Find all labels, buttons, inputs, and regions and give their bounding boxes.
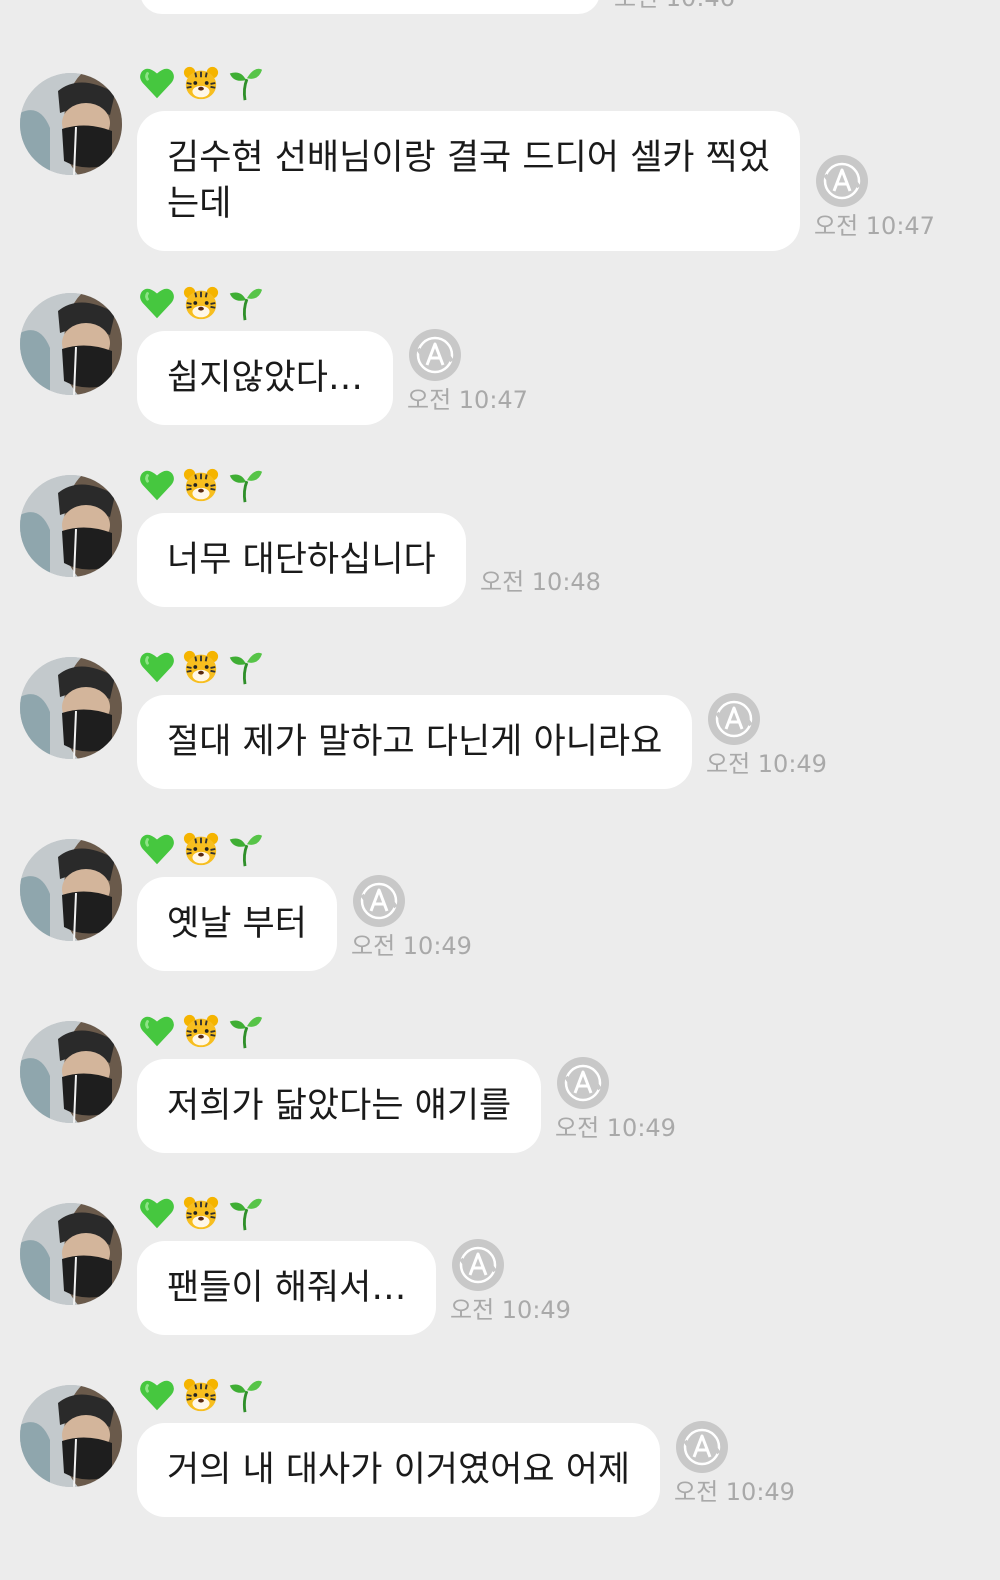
- tiger-face-icon: [183, 1014, 219, 1048]
- sender-name: [138, 1009, 264, 1053]
- message-bubble[interactable]: 쉽지않았다…: [137, 331, 394, 425]
- seedling-icon: [229, 1198, 263, 1231]
- message-row: 절대 제가 말하고 다닌게 아니라요 오전 10:49: [0, 647, 1000, 827]
- seedling-icon: [229, 834, 263, 867]
- green-heart-icon: [140, 1380, 174, 1411]
- message-row: 저희가 닮았다는 얘기를 오전 10:49: [0, 1011, 1000, 1191]
- tiger-face-icon: [183, 66, 219, 100]
- message-time: 오전 10:49: [674, 1478, 795, 1506]
- message-row: 거의 내 대사가 이거였어요 어제 오전 10:49: [0, 1375, 1000, 1555]
- message-time: 오전 10:48: [480, 568, 601, 596]
- message-time: 오전 10:49: [351, 932, 472, 960]
- avatar[interactable]: [20, 839, 122, 941]
- message-time: 오전 10:47: [814, 212, 935, 240]
- translate-icon[interactable]: [450, 1237, 506, 1293]
- message-time: 오전 10:49: [555, 1114, 676, 1142]
- message-time: 오전 10:49: [450, 1296, 571, 1324]
- green-heart-icon: [140, 1016, 174, 1047]
- message-row: 팬들이 해줘서… 오전 10:49: [0, 1193, 1000, 1373]
- translate-icon[interactable]: [674, 1419, 730, 1475]
- avatar[interactable]: [20, 1021, 122, 1123]
- message-bubble[interactable]: 옛날 부터: [137, 877, 337, 971]
- message-row: 쉽지않았다… 오전 10:47: [0, 283, 1000, 463]
- sender-name: [138, 1191, 264, 1235]
- seedling-icon: [229, 652, 263, 685]
- avatar[interactable]: [20, 73, 122, 175]
- message-meta: 오전 10:49: [555, 1055, 676, 1143]
- sender-name: [138, 645, 264, 689]
- message-bubble[interactable]: 팬들이 해줘서…: [137, 1241, 437, 1335]
- message-bubble[interactable]: 너무 대단하십니다: [137, 513, 466, 607]
- seedling-icon: [229, 470, 263, 503]
- tiger-face-icon: [183, 1378, 219, 1412]
- sender-name: [138, 1373, 264, 1417]
- sender-name: [138, 827, 264, 871]
- message-meta: 오전 10:47: [407, 327, 528, 415]
- avatar[interactable]: [20, 475, 122, 577]
- message-meta: 오전 10:47: [814, 153, 935, 241]
- message-meta: 오전 10:49: [351, 873, 472, 961]
- chat-view[interactable]: 오전 10:46: [0, 0, 1000, 1580]
- seedling-icon: [229, 288, 263, 321]
- message-meta: 오전 10:49: [450, 1237, 571, 1325]
- message-meta: 오전 10:48: [480, 509, 601, 597]
- sender-name: [138, 61, 264, 105]
- green-heart-icon: [140, 834, 174, 865]
- tiger-face-icon: [183, 468, 219, 502]
- avatar[interactable]: [20, 293, 122, 395]
- avatar[interactable]: [20, 1203, 122, 1305]
- green-heart-icon: [140, 652, 174, 683]
- avatar[interactable]: [20, 1385, 122, 1487]
- message-bubble[interactable]: 저희가 닮았다는 얘기를: [137, 1059, 542, 1153]
- previous-message-bubble[interactable]: [140, 0, 600, 14]
- message-meta: 오전 10:49: [706, 691, 827, 779]
- seedling-icon: [229, 68, 263, 101]
- avatar[interactable]: [20, 657, 122, 759]
- translate-icon[interactable]: [555, 1055, 611, 1111]
- previous-message-time: 오전 10:46: [614, 0, 735, 10]
- tiger-face-icon: [183, 1196, 219, 1230]
- green-heart-icon: [140, 68, 174, 99]
- tiger-face-icon: [183, 650, 219, 684]
- message-bubble[interactable]: 절대 제가 말하고 다닌게 아니라요: [137, 695, 693, 789]
- message-row: 너무 대단하십니다 오전 10:48: [0, 465, 1000, 645]
- message-row: 옛날 부터 오전 10:49: [0, 829, 1000, 1009]
- message-row: 김수현 선배님이랑 결국 드디어 셀카 찍었 는데 오전 10:47: [0, 61, 1000, 251]
- sender-name: [138, 463, 264, 507]
- green-heart-icon: [140, 288, 174, 319]
- seedling-icon: [229, 1016, 263, 1049]
- translate-icon[interactable]: [814, 153, 870, 209]
- message-bubble[interactable]: 거의 내 대사가 이거였어요 어제: [137, 1423, 661, 1517]
- seedling-icon: [229, 1380, 263, 1413]
- tiger-face-icon: [183, 286, 219, 320]
- green-heart-icon: [140, 1198, 174, 1229]
- translate-icon[interactable]: [351, 873, 407, 929]
- message-bubble[interactable]: 김수현 선배님이랑 결국 드디어 셀카 찍었 는데: [137, 111, 801, 251]
- translate-icon[interactable]: [706, 691, 762, 747]
- green-heart-icon: [140, 470, 174, 501]
- sender-name: [138, 281, 264, 325]
- message-time: 오전 10:47: [407, 386, 528, 414]
- message-meta: 오전 10:49: [674, 1419, 795, 1507]
- message-time: 오전 10:49: [706, 750, 827, 778]
- translate-icon[interactable]: [407, 327, 463, 383]
- tiger-face-icon: [183, 832, 219, 866]
